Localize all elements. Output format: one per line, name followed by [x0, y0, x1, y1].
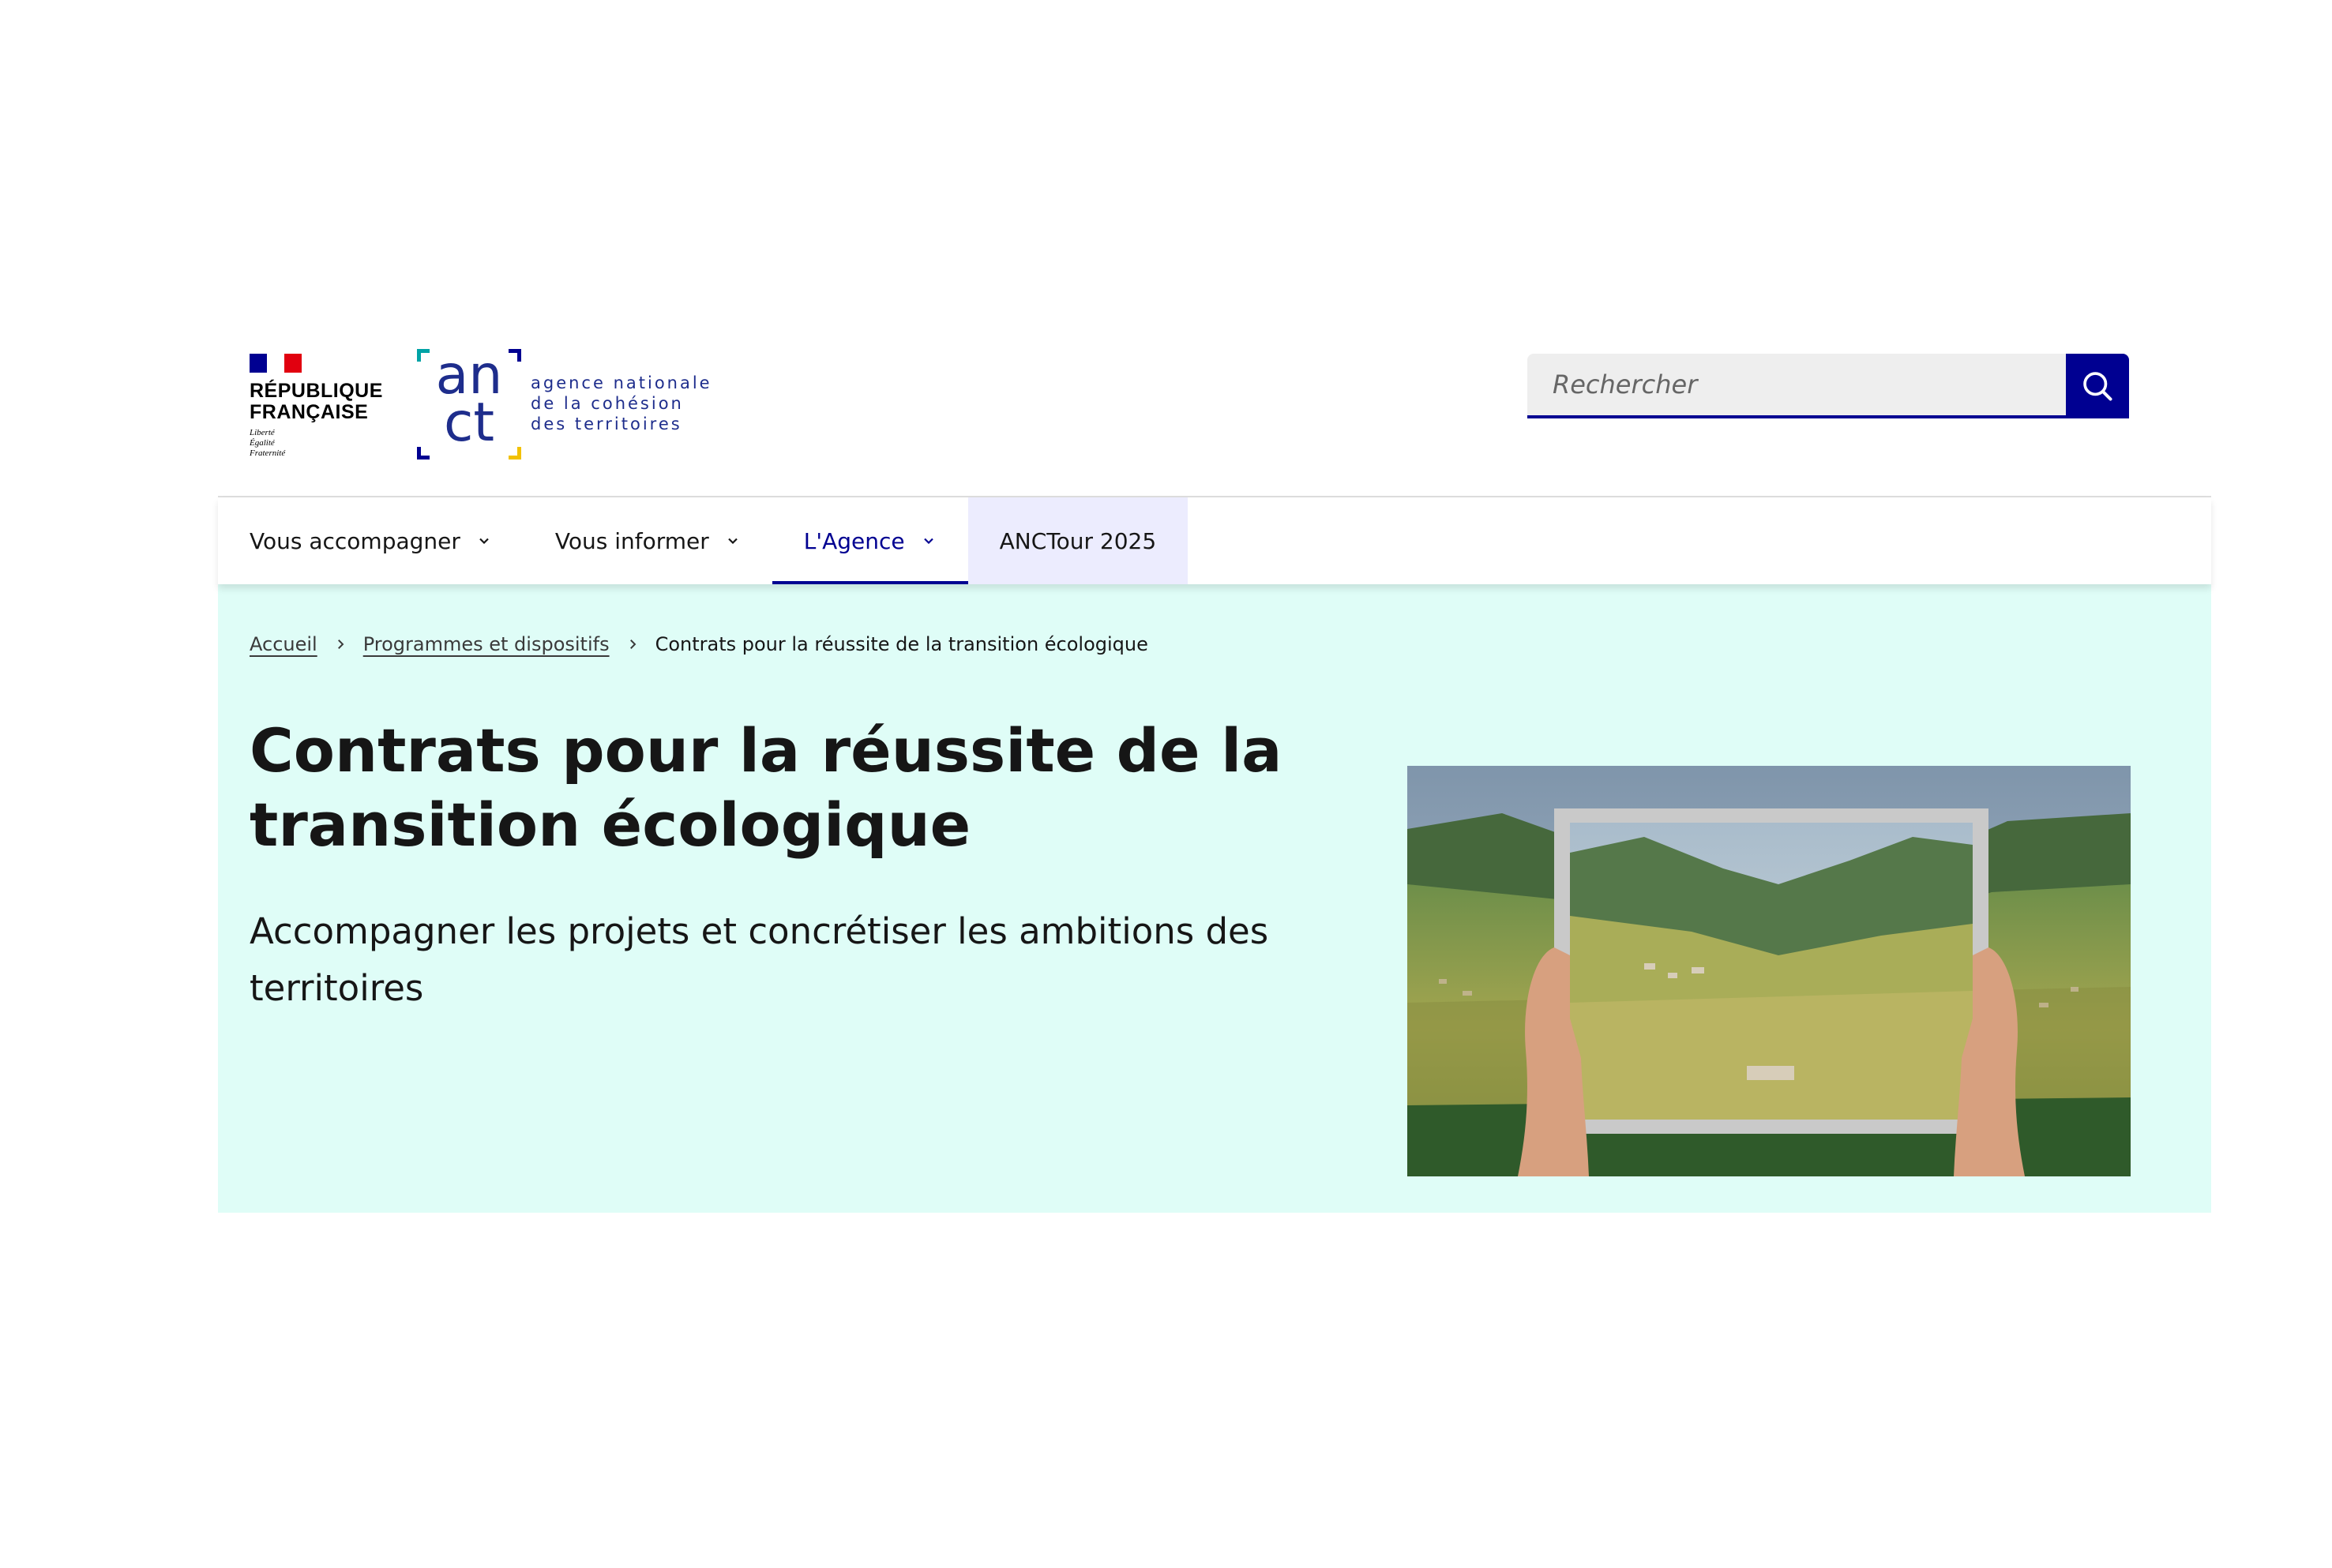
nav-item-l-agence[interactable]: L'Agence — [772, 497, 968, 584]
page-lead: Accompagner les projets et concrétiser l… — [250, 910, 1269, 1009]
agency-name: agence nationale de la cohésion des terr… — [531, 373, 712, 433]
breadcrumb-link-programmes[interactable]: Programmes et dispositifs — [363, 633, 610, 655]
republique-francaise-logo[interactable]: RÉPUBLIQUE FRANÇAISE Liberté Égalité Fra… — [250, 354, 400, 459]
search-button[interactable] — [2066, 354, 2129, 418]
nav-item-label: L'Agence — [803, 527, 905, 554]
search-bar — [1527, 354, 2129, 418]
header: RÉPUBLIQUE FRANÇAISE Liberté Égalité Fra… — [218, 332, 2211, 497]
main-navigation: Vous accompagner Vous informer L'Agence … — [218, 497, 2211, 584]
republique-motto: Liberté Égalité Fraternité — [250, 428, 286, 458]
breadcrumb-current: Contrats pour la réussite de la transiti… — [655, 633, 1148, 655]
nav-item-label: Vous informer — [554, 527, 709, 554]
landscape-illustration — [1407, 766, 2131, 1176]
anct-logo-line2: ct — [443, 392, 495, 454]
breadcrumb: Accueil Programmes et dispositifs Contra… — [250, 633, 1148, 655]
nav-item-vous-accompagner[interactable]: Vous accompagner — [218, 497, 524, 584]
french-flag-icon — [250, 354, 302, 373]
breadcrumb-link-accueil[interactable]: Accueil — [250, 633, 317, 655]
chevron-down-icon — [725, 533, 741, 549]
search-input[interactable] — [1527, 354, 2066, 418]
nav-item-vous-informer[interactable]: Vous informer — [524, 497, 772, 584]
nav-item-label: Vous accompagner — [250, 527, 460, 554]
hero-section: Accueil Programmes et dispositifs Contra… — [218, 584, 2211, 1213]
page-title: Contrats pour la réussite de la transiti… — [250, 715, 1282, 860]
chevron-right-icon — [625, 637, 640, 651]
nav-item-anctour-2025[interactable]: ANCTour 2025 — [967, 497, 1189, 584]
chevron-right-icon — [333, 637, 347, 651]
nav-item-label: ANCTour 2025 — [999, 527, 1157, 554]
chevron-down-icon — [921, 533, 937, 549]
republique-title: RÉPUBLIQUE FRANÇAISE — [250, 380, 383, 423]
anct-logo[interactable]: an ct — [417, 349, 521, 460]
hero-image — [1407, 766, 2131, 1176]
site: RÉPUBLIQUE FRANÇAISE Liberté Égalité Fra… — [218, 332, 2211, 1213]
search-icon — [2083, 372, 2112, 401]
chevron-down-icon — [476, 533, 492, 549]
